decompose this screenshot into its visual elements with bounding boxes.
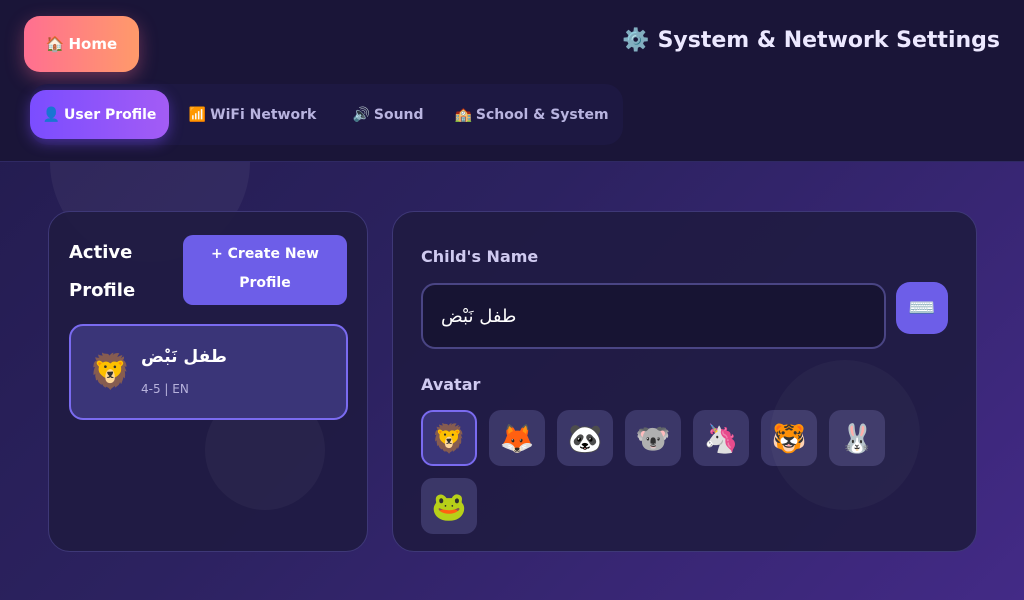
keyboard-button[interactable]: ⌨️ — [896, 282, 948, 334]
tab-label: Sound — [373, 106, 424, 123]
lion-avatar-icon: 🦁 — [89, 352, 132, 392]
profiles-panel: Active Profile + Create New Profile 🦁 طف… — [48, 211, 368, 552]
gear-icon: ⚙️ — [622, 28, 650, 53]
speaker-icon: 🔊 — [352, 106, 370, 123]
childs-name-label: Child's Name — [421, 247, 539, 266]
avatar-option-lion[interactable]: 🦁 — [421, 410, 477, 466]
heading-line: Profile — [69, 280, 136, 301]
tab-sound[interactable]: 🔊 Sound — [338, 90, 438, 139]
heading-line: Active — [69, 242, 133, 263]
home-label: Home — [68, 35, 118, 53]
top-header: 🏠 Home ⚙️ System & Network Settings 👤 Us… — [0, 0, 1024, 162]
unicorn-icon: 🦄 — [703, 421, 739, 455]
tab-label: School & System — [475, 106, 609, 123]
avatar-option-koala[interactable]: 🐨 — [625, 410, 681, 466]
settings-tabs: 👤 User Profile 📶 WiFi Network 🔊 Sound 🏫 … — [30, 84, 623, 145]
fox-icon: 🦊 — [499, 421, 535, 455]
avatar-option-frog[interactable]: 🐸 — [421, 478, 477, 534]
user-icon: 👤 — [42, 106, 60, 123]
frog-icon: 🐸 — [431, 489, 467, 523]
lion-icon: 🦁 — [431, 421, 467, 455]
page-title: ⚙️ System & Network Settings — [622, 28, 1000, 53]
profile-meta: 4-5 | EN — [141, 382, 189, 396]
page-title-text: System & Network Settings — [657, 28, 1000, 53]
tab-school-system[interactable]: 🏫 School & System — [450, 90, 613, 139]
button-label-line: + Create New — [211, 246, 319, 262]
active-profile-heading: Active Profile — [69, 234, 179, 310]
avatar-option-unicorn[interactable]: 🦄 — [693, 410, 749, 466]
tab-label: WiFi Network — [210, 106, 317, 123]
keyboard-icon: ⌨️ — [908, 295, 936, 321]
profile-card[interactable]: 🦁 طفل نَبْض 4-5 | EN — [69, 324, 348, 420]
wifi-signal-icon: 📶 — [188, 106, 207, 123]
avatar-option-fox[interactable]: 🦊 — [489, 410, 545, 466]
tab-label: User Profile — [64, 106, 157, 123]
panda-icon: 🐼 — [567, 421, 603, 455]
button-label-line: Profile — [239, 275, 291, 291]
childs-name-input[interactable] — [421, 283, 886, 349]
home-icon: 🏠 — [45, 35, 65, 53]
avatar-label: Avatar — [421, 375, 481, 394]
avatar-option-panda[interactable]: 🐼 — [557, 410, 613, 466]
profile-name: طفل نَبْض — [141, 347, 227, 367]
koala-icon: 🐨 — [635, 421, 671, 455]
create-new-profile-button[interactable]: + Create New Profile — [183, 235, 347, 305]
tab-wifi-network[interactable]: 📶 WiFi Network — [180, 90, 325, 139]
school-icon: 🏫 — [454, 106, 472, 123]
decor-circle — [770, 360, 920, 510]
home-button[interactable]: 🏠 Home — [24, 16, 139, 72]
tab-user-profile[interactable]: 👤 User Profile — [30, 90, 169, 139]
